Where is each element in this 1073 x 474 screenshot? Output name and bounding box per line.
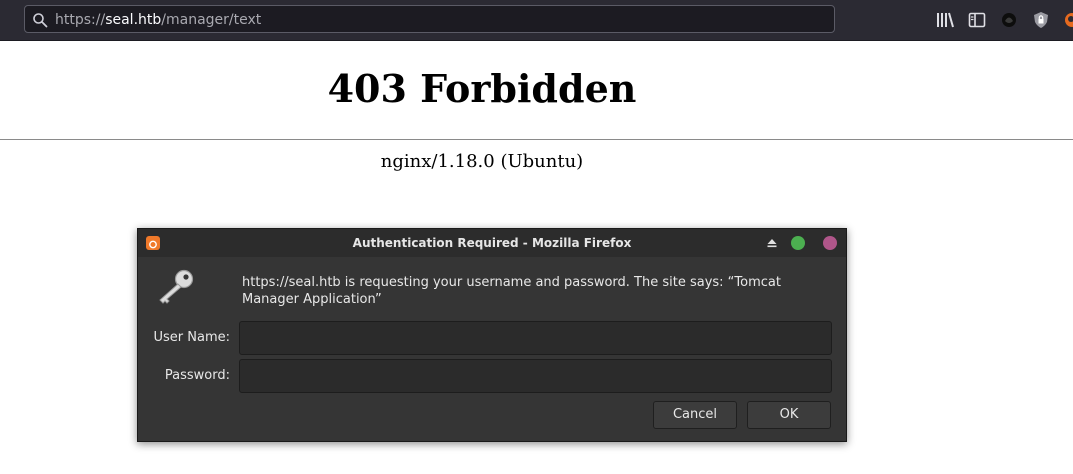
extension-icon[interactable]: [999, 10, 1019, 30]
firefox-icon[interactable]: [1062, 10, 1073, 30]
maximize-icon[interactable]: [791, 236, 805, 250]
page-title: 403 Forbidden: [327, 66, 637, 111]
shield-icon[interactable]: [1031, 10, 1051, 30]
password-field[interactable]: [239, 359, 832, 393]
dialog-title: Authentication Required - Mozilla Firefo…: [352, 236, 632, 250]
browser-toolbar: https://seal.htb/manager/text: [0, 0, 1073, 41]
server-signature: nginx/1.18.0 (Ubuntu): [380, 151, 584, 172]
dialog-titlebar[interactable]: Authentication Required - Mozilla Firefo…: [138, 229, 846, 257]
username-field[interactable]: [239, 321, 832, 355]
cancel-button[interactable]: Cancel: [653, 401, 737, 429]
ok-button[interactable]: OK: [747, 401, 831, 429]
password-label: Password:: [164, 368, 230, 383]
url-bar[interactable]: https://seal.htb/manager/text: [24, 5, 835, 33]
divider: [0, 139, 1073, 140]
library-icon[interactable]: [935, 10, 955, 30]
sidebar-icon[interactable]: [967, 10, 987, 30]
eject-icon[interactable]: [766, 237, 778, 249]
url-host: seal.htb: [105, 12, 162, 28]
auth-dialog: Authentication Required - Mozilla Firefo…: [137, 228, 847, 442]
close-icon[interactable]: [823, 236, 837, 250]
auth-message: https://seal.htb is requesting your user…: [242, 275, 781, 307]
url-text[interactable]: https://seal.htb/manager/text: [55, 12, 261, 28]
url-path: /manager/text: [161, 12, 262, 28]
username-label: User Name:: [153, 330, 231, 345]
url-scheme: https://: [55, 12, 106, 28]
search-icon: [33, 13, 48, 28]
key-icon: [159, 269, 194, 304]
